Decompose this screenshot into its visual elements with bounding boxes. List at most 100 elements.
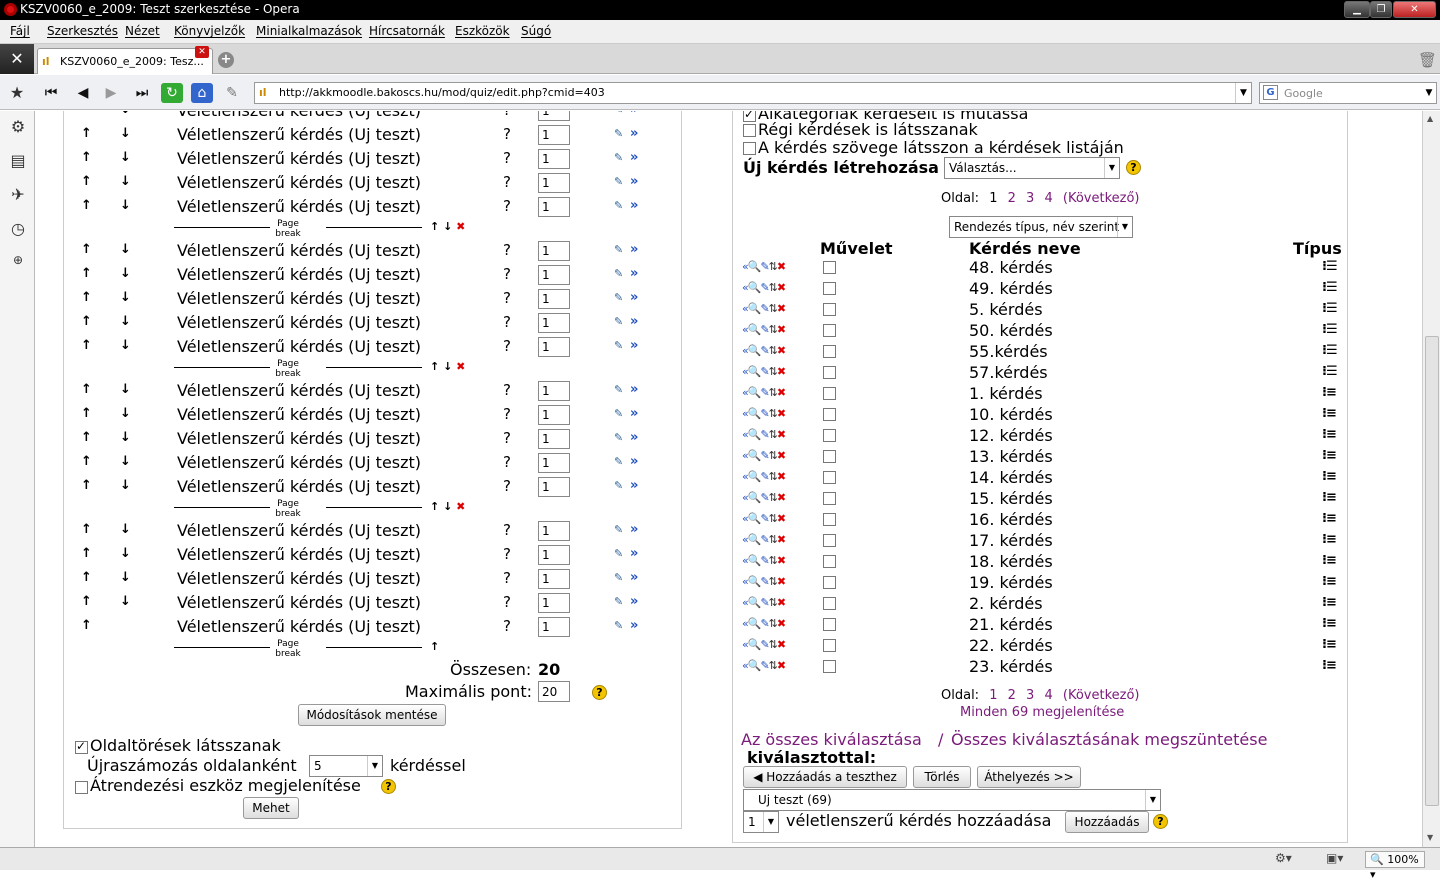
question-preview-link[interactable]: ? [503,289,511,307]
delete-icon[interactable]: ✖ [777,596,786,609]
back-icon[interactable]: ◀ [72,83,94,103]
menu-tools[interactable]: Eszközök [455,24,510,38]
delete-icon[interactable]: ✖ [777,638,786,651]
question-grade-input[interactable] [538,289,570,309]
edit-icon[interactable]: ✎ [614,455,623,468]
question-select-checkbox[interactable] [823,366,836,379]
delete-icon[interactable]: ✖ [777,323,786,336]
notes-panel-icon[interactable]: ▤ [8,151,28,171]
delete-icon[interactable]: ✖ [777,281,786,294]
new-tab-button[interactable]: + [218,52,234,68]
move-to-page-icon[interactable]: » [630,430,638,445]
menu-help[interactable]: Súgó [521,24,551,38]
question-preview-link[interactable]: ? [503,337,511,355]
edit-icon[interactable]: ✎ [614,291,623,304]
move-up-icon[interactable]: ↑ [81,454,92,469]
preview-icon[interactable]: 🔍 [748,386,762,399]
page-link-2[interactable]: 2 [1008,688,1016,703]
delete-icon[interactable]: ✖ [777,491,786,504]
help-icon[interactable]: ? [381,779,396,794]
preview-icon[interactable]: 🔍 [748,281,762,294]
question-preview-link[interactable]: ? [503,241,511,259]
question-preview-link[interactable]: ? [503,477,511,495]
preview-icon[interactable]: 🔍 [748,449,762,462]
delete-icon[interactable]: ✖ [777,554,786,567]
move-up-icon[interactable]: ↑ [81,430,92,445]
edit-icon[interactable]: ✎ [760,323,769,336]
question-preview-link[interactable]: ? [503,173,511,191]
move-to-page-icon[interactable]: » [630,198,638,213]
show-reorder-tool-checkbox[interactable] [75,781,88,794]
tab-active[interactable]: ıl KSZV0060_e_2009: Tesz... ✕ [37,46,213,74]
move-up-icon[interactable]: ↑ [81,198,92,213]
move-down-icon[interactable]: ↓ [120,594,131,609]
edit-icon[interactable]: ✎ [760,302,769,315]
move-icon[interactable]: ⇅ [769,365,778,378]
question-preview-link[interactable]: ? [503,197,511,215]
move-icon[interactable]: ⇅ [769,638,778,651]
move-icon[interactable]: ⇅ [769,491,778,504]
edit-icon[interactable]: ✎ [614,175,623,188]
renumber-select[interactable]: 5 ▼ [309,755,383,777]
move-icon[interactable]: ⇅ [769,302,778,315]
save-changes-button[interactable]: Módosítások mentése [298,704,446,726]
reload-icon[interactable]: ↻ [161,83,183,103]
move-button[interactable]: Áthelyezés >> [977,766,1081,788]
address-bar[interactable]: ıl http://akkmoodle.bakoscs.hu/mod/quiz/… [254,82,1252,104]
move-to-page-icon[interactable]: » [630,478,638,493]
menu-file[interactable]: Fájl [10,24,30,38]
question-grade-input[interactable] [538,617,570,637]
move-up-icon[interactable]: ↑ [430,500,439,513]
edit-icon[interactable]: ✎ [760,386,769,399]
question-grade-input[interactable] [538,125,570,145]
question-preview-link[interactable]: ? [503,593,511,611]
max-grade-input[interactable] [538,681,570,702]
delete-icon[interactable]: ✖ [777,365,786,378]
question-grade-input[interactable] [538,173,570,193]
go-button[interactable]: Mehet [243,797,299,819]
move-to-page-icon[interactable]: » [630,242,638,257]
preview-icon[interactable]: 🔍 [748,617,762,630]
scroll-down-icon[interactable]: ▼ [1427,833,1433,842]
remove-page-break-icon[interactable]: ✖ [456,360,465,373]
question-select-checkbox[interactable] [823,555,836,568]
show-all-link[interactable]: Minden 69 megjelenítése [960,705,1124,720]
page-link-1[interactable]: 1 [989,688,997,703]
preview-icon[interactable]: 🔍 [748,260,762,273]
search-engine-dropdown-icon[interactable]: ▼ [1422,83,1436,103]
edit-icon[interactable]: ✎ [760,449,769,462]
menu-widgets[interactable]: Minialkalmazások [256,24,362,38]
delete-icon[interactable]: ✖ [777,533,786,546]
menu-view[interactable]: Nézet [125,24,160,38]
page-link-3[interactable]: 3 [1026,688,1034,703]
menu-feeds[interactable]: Hírcsatornák [369,24,445,38]
question-preview-link[interactable]: ? [503,111,511,119]
question-select-checkbox[interactable] [823,576,836,589]
edit-icon[interactable]: ✎ [760,428,769,441]
preview-icon[interactable]: 🔍 [748,596,762,609]
help-icon[interactable]: ? [592,685,607,700]
edit-icon[interactable]: ✎ [760,491,769,504]
move-up-icon[interactable]: ↑ [430,360,439,373]
delete-icon[interactable]: ✖ [777,260,786,273]
move-to-page-icon[interactable]: » [630,522,638,537]
question-grade-input[interactable] [538,197,570,217]
question-preview-link[interactable]: ? [503,149,511,167]
edit-icon[interactable]: ✎ [614,127,623,140]
move-down-icon[interactable]: ↓ [120,242,131,257]
fast-forward-icon[interactable]: ⏭ [131,83,153,103]
move-up-icon[interactable]: ↑ [430,220,439,233]
move-to-page-icon[interactable]: » [630,594,638,609]
question-preview-link[interactable]: ? [503,521,511,539]
move-down-icon[interactable]: ↓ [120,150,131,165]
move-icon[interactable]: ⇅ [769,281,778,294]
page-link-3[interactable]: 3 [1026,191,1034,206]
edit-icon[interactable]: ✎ [614,547,623,560]
panel-toggle-icon[interactable]: ✕ [0,44,34,74]
question-select-checkbox[interactable] [823,492,836,505]
edit-icon[interactable]: ✎ [614,315,623,328]
question-select-checkbox[interactable] [823,387,836,400]
sort-select[interactable]: Rendezés típus, név szerint ▼ [949,216,1133,238]
move-icon[interactable]: ⇅ [769,512,778,525]
forward-icon[interactable]: ▶ [100,83,122,103]
